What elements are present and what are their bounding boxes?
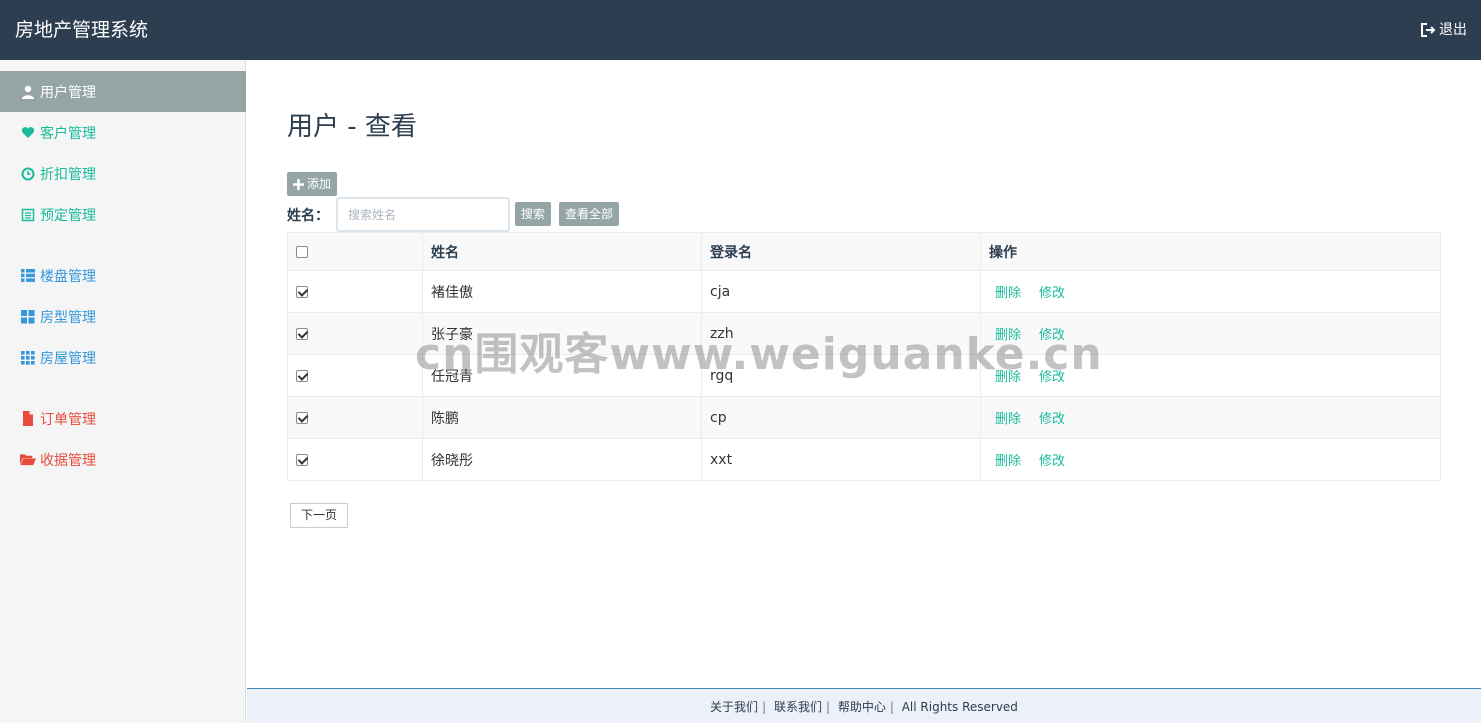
clock-icon (20, 166, 36, 182)
view-all-button[interactable]: 查看全部 (559, 202, 620, 226)
table-row: 任冠青 rgq 删除 修改 (287, 354, 1441, 397)
th-icon (20, 350, 36, 366)
row-check-cell (287, 396, 423, 439)
sidebar: 用户管理 客户管理 折扣管理 预定管理 楼盘管理 房型管理 房屋管理 订单管理 … (0, 60, 246, 723)
table-row: 张子豪 zzh 删除 修改 (287, 312, 1441, 355)
cell-name: 张子豪 (422, 312, 702, 355)
folder-open-icon (20, 452, 36, 468)
heart-icon (20, 125, 36, 141)
sidebar-item-label: 楼盘管理 (40, 268, 96, 285)
table-row: 褚佳傲 cja 删除 修改 (287, 270, 1441, 313)
sidebar-item-users[interactable]: 用户管理 (0, 71, 246, 112)
search-label: 姓名： (287, 208, 329, 224)
sidebar-item-label: 收据管理 (40, 452, 96, 469)
delete-link[interactable]: 删除 (995, 454, 1021, 469)
user-icon (20, 84, 36, 100)
sidebar-item-discounts[interactable]: 折扣管理 (0, 153, 246, 194)
header-login: 登录名 (701, 232, 981, 271)
sidebar-item-label: 房屋管理 (40, 350, 96, 367)
sidebar-item-orders[interactable]: 订单管理 (0, 398, 246, 439)
sidebar-item-receipts[interactable]: 收据管理 (0, 439, 246, 480)
cell-name: 任冠青 (422, 354, 702, 397)
sidebar-item-label: 用户管理 (40, 84, 96, 101)
row-check-cell (287, 438, 423, 481)
edit-link[interactable]: 修改 (1039, 286, 1065, 301)
delete-link[interactable]: 删除 (995, 328, 1021, 343)
cell-actions: 删除 修改 (980, 438, 1441, 481)
edit-link[interactable]: 修改 (1039, 370, 1065, 385)
footer-rights: All Rights Reserved (901, 700, 1018, 714)
add-button[interactable]: 添加 (287, 172, 338, 196)
row-checkbox[interactable] (296, 327, 308, 340)
sidebar-item-label: 预定管理 (40, 207, 96, 224)
row-checkbox[interactable] (296, 369, 308, 382)
search-input[interactable] (336, 197, 510, 232)
row-check-cell (287, 270, 423, 313)
cell-login: cp (701, 396, 981, 439)
cell-login: cja (701, 270, 981, 313)
sidebar-item-label: 客户管理 (40, 125, 96, 142)
header-name: 姓名 (422, 232, 702, 271)
app-title[interactable]: 房地产管理系统 (15, 17, 148, 43)
users-table: 姓名 登录名 操作 褚佳傲 cja 删除 修改 张子豪 zzh 删除 修改 任冠青 … (287, 232, 1441, 481)
cell-login: rgq (701, 354, 981, 397)
edit-link[interactable]: 修改 (1039, 454, 1065, 469)
cell-name: 褚佳傲 (422, 270, 702, 313)
row-check-cell (287, 312, 423, 355)
add-label: 添加 (307, 177, 332, 191)
list-alt-icon (20, 207, 36, 223)
sidebar-item-houses[interactable]: 房屋管理 (0, 337, 246, 378)
main-content: 用户 - 查看 添加 姓名： 搜索 查看全部 姓名 登录名 操作 褚佳傲 cja… (247, 60, 1481, 688)
cell-name: 陈鹏 (422, 396, 702, 439)
row-checkbox[interactable] (296, 285, 308, 298)
row-check-cell (287, 354, 423, 397)
cell-actions: 删除 修改 (980, 312, 1441, 355)
page-title: 用户 - 查看 (287, 112, 417, 142)
logout-icon (1421, 23, 1436, 37)
th-list-icon (20, 268, 36, 284)
footer-about-link[interactable]: 关于我们 (710, 700, 758, 714)
footer-contact-link[interactable]: 联系我们 (774, 700, 822, 714)
table-row: 陈鹏 cp 删除 修改 (287, 396, 1441, 439)
sidebar-item-label: 房型管理 (40, 309, 96, 326)
top-navbar: 房地产管理系统 退出 (0, 0, 1481, 60)
edit-link[interactable]: 修改 (1039, 412, 1065, 427)
footer-help-link[interactable]: 帮助中心 (838, 700, 886, 714)
file-icon (20, 411, 36, 427)
cell-actions: 删除 修改 (980, 270, 1441, 313)
table-row: 徐晓彤 xxt 删除 修改 (287, 438, 1441, 481)
sidebar-item-label: 订单管理 (40, 411, 96, 428)
edit-link[interactable]: 修改 (1039, 328, 1065, 343)
sidebar-item-customers[interactable]: 客户管理 (0, 112, 246, 153)
row-checkbox[interactable] (296, 453, 308, 466)
search-button[interactable]: 搜索 (515, 202, 552, 226)
table-header-row: 姓名 登录名 操作 (287, 232, 1441, 271)
header-actions: 操作 (980, 232, 1441, 271)
plus-icon (293, 178, 304, 190)
sidebar-item-label: 折扣管理 (40, 166, 96, 183)
cell-login: xxt (701, 438, 981, 481)
cell-login: zzh (701, 312, 981, 355)
select-all-cell (287, 232, 423, 271)
row-checkbox[interactable] (296, 411, 308, 424)
sidebar-item-reservations[interactable]: 预定管理 (0, 194, 246, 235)
next-page-button[interactable]: 下一页 (290, 503, 348, 528)
logout-label: 退出 (1439, 22, 1467, 38)
cell-actions: 删除 修改 (980, 354, 1441, 397)
sidebar-item-room-types[interactable]: 房型管理 (0, 296, 246, 337)
logout-button[interactable]: 退出 (1420, 20, 1467, 40)
footer: 关于我们 | 联系我们 | 帮助中心 | All Rights Reserved (247, 688, 1481, 723)
select-all-checkbox[interactable] (296, 245, 308, 258)
th-large-icon (20, 309, 36, 325)
cell-actions: 删除 修改 (980, 396, 1441, 439)
cell-name: 徐晓彤 (422, 438, 702, 481)
delete-link[interactable]: 删除 (995, 286, 1021, 301)
sidebar-item-buildings[interactable]: 楼盘管理 (0, 255, 246, 296)
delete-link[interactable]: 删除 (995, 412, 1021, 427)
delete-link[interactable]: 删除 (995, 370, 1021, 385)
